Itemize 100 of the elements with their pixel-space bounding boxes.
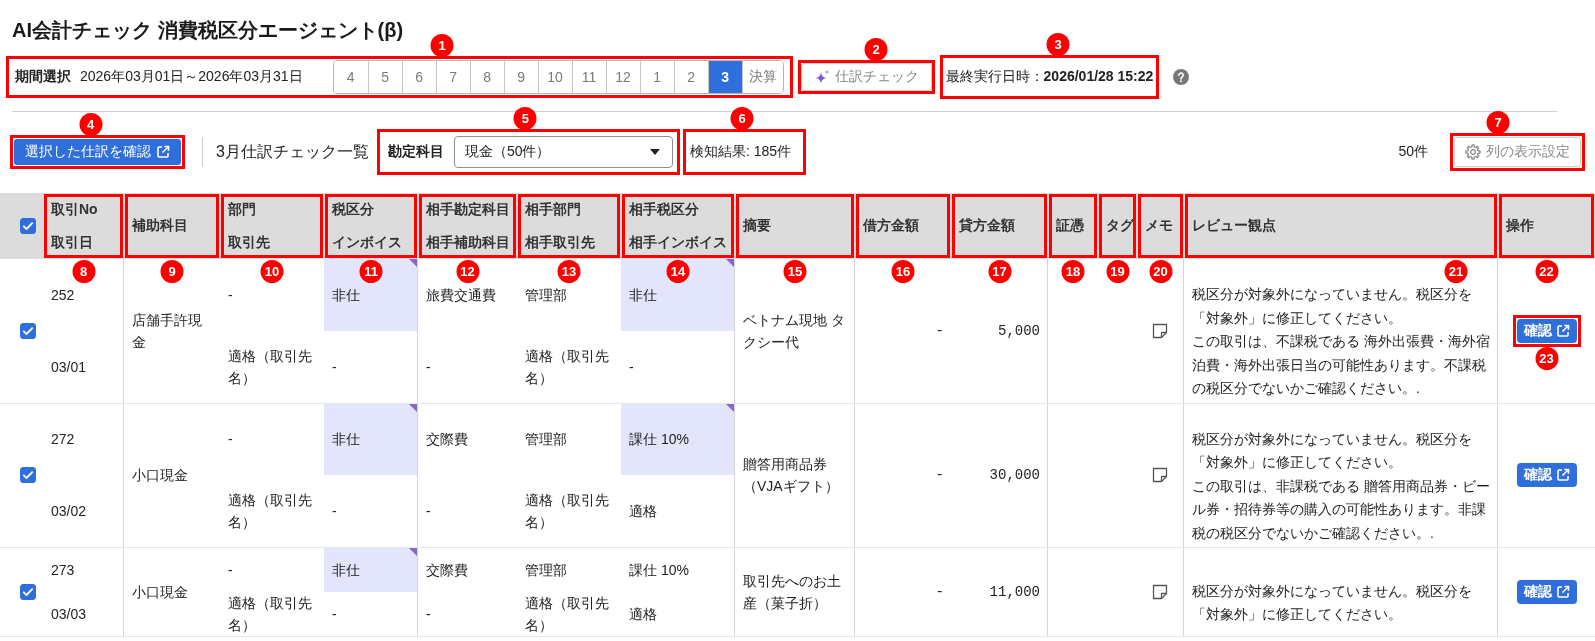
row-checkbox[interactable] (20, 322, 36, 339)
table-cell-text: - (935, 466, 944, 486)
table-cell-text: 非仕 (332, 285, 360, 305)
table-cell-text: 適格（取引先名） (228, 491, 313, 533)
column-settings-button[interactable]: 列の表示設定 (1454, 137, 1581, 167)
callout-badge: 23 (1535, 346, 1558, 370)
callout-badge: 16 (891, 260, 915, 283)
callout-badge: 5 (513, 107, 537, 130)
table-cell-text: - (332, 502, 337, 522)
column-header: 補助科目 (132, 217, 188, 235)
column-header: 相手取引先 (525, 233, 595, 252)
corner-flag-icon (726, 259, 734, 267)
column-header: 証憑 (1056, 217, 1084, 235)
table-cell-text: 小口現金 (132, 583, 188, 602)
table-cell-text: 03/03 (51, 605, 87, 624)
corner-flag-icon (726, 403, 734, 412)
callout-badge: 2 (864, 38, 888, 61)
callout-badge: 17 (988, 260, 1011, 283)
row-checkbox[interactable] (20, 584, 36, 600)
column-header: メモ (1145, 217, 1173, 235)
column-header: 借方金額 (863, 217, 919, 235)
corner-flag-icon (409, 548, 417, 556)
column-header: 相手税区分 (629, 200, 699, 219)
callout-badge: 22 (1535, 260, 1558, 283)
column-header: インボイス (332, 233, 402, 252)
table-cell-text: 適格（取引先名） (228, 346, 313, 388)
period-label: 期間選択 (15, 68, 71, 86)
column-header: 税区分 (332, 200, 374, 219)
list-title: 3月仕訳チェック一覧 (216, 141, 369, 162)
table-cell-text: 非仕 (332, 430, 360, 450)
column-header: 相手部門 (525, 200, 581, 219)
column-header: レビュー観点 (1192, 217, 1276, 235)
callout-badge: 15 (783, 260, 807, 283)
callout-badge: 7 (1486, 111, 1510, 134)
callout-badge: 6 (730, 107, 754, 130)
last-run-text: 最終実行日時：2026/01/28 15:22 (945, 68, 1154, 86)
confirm-button[interactable]: 確認 (1516, 580, 1577, 604)
confirm-button[interactable]: 確認 (1516, 318, 1577, 343)
select-all-checkbox[interactable] (20, 218, 36, 234)
callout-badge: 1 (430, 34, 454, 57)
corner-flag-icon (409, 259, 417, 267)
review-text: この取引は、非課税である 贈答用商品券・ビール券・招待券等の購入の可能性あります。非課税の税区分でないかご確認ください。. (1192, 476, 1490, 543)
table-cell-text: 適格 (629, 605, 657, 624)
account-select[interactable]: 現金（50件） (453, 136, 673, 168)
table-cell-text: 非仕 (629, 285, 657, 305)
table-cell-text: 11,000 (989, 583, 1040, 602)
help-icon[interactable] (1173, 69, 1190, 85)
table-cell-text: - (332, 357, 337, 377)
month-tab[interactable]: 3 (707, 61, 742, 93)
table-cell-text: - (332, 605, 337, 624)
table-cell-text: - (228, 561, 233, 580)
date-range-text: 2026年03月01日～2026年03月31日 (80, 68, 303, 86)
column-header: 相手インボイス (629, 233, 727, 252)
table-cell-text: 小口現金 (132, 466, 188, 486)
table-cell-text: 管理部 (525, 561, 567, 580)
callout-badge: 21 (1444, 260, 1468, 283)
table-cell-text: 交際費 (426, 561, 468, 580)
table-cell-text: 30,000 (989, 466, 1040, 486)
confirm-selected-button[interactable]: 選択した仕訳を確認 (14, 139, 181, 165)
memo-icon[interactable] (1151, 583, 1169, 601)
confirm-button[interactable]: 確認 (1516, 463, 1577, 488)
month-tab[interactable]: 決算 (741, 61, 783, 93)
callout-badge: 4 (79, 113, 103, 136)
table-cell-text: 管理部 (525, 430, 567, 450)
external-link-icon (1555, 468, 1570, 483)
gear-icon (1465, 144, 1481, 160)
callout-badge: 20 (1149, 260, 1172, 283)
table-cell-text: - (935, 583, 944, 602)
caret-down-icon (649, 149, 660, 155)
corner-flag-icon (409, 403, 417, 412)
callout-badge: 10 (260, 260, 284, 283)
memo-icon[interactable] (1151, 321, 1169, 340)
table-cell-text: 03/02 (51, 502, 87, 522)
table-cell-text: ベトナム現地 タクシー代 (743, 310, 846, 352)
table-cell-text: 課仕 10% (629, 430, 689, 450)
column-header: 相手補助科目 (426, 233, 510, 252)
table-cell-text: 273 (51, 561, 75, 580)
review-text: 税区分が対象外になっていません。税区分を「対象外」に修正してください。 (1192, 285, 1473, 328)
row-count: 50件 (1398, 143, 1428, 161)
review-text: この取引は、不課税である 海外出張費・海外宿泊費・海外出張日当の可能性あります。不課税の税区分でないかご確認ください。. (1192, 332, 1490, 398)
column-header: 取引日 (51, 233, 93, 252)
table-cell-text: 03/01 (51, 357, 87, 377)
review-text: 税区分が対象外になっていません。税区分を「対象外」に修正してください。 (1192, 429, 1473, 472)
filter-label: 勘定科目 (387, 143, 444, 161)
external-link-icon (1555, 323, 1570, 338)
memo-icon[interactable] (1151, 466, 1169, 485)
column-header: 取引先 (228, 233, 270, 252)
column-header: 操作 (1506, 217, 1534, 235)
table-cell-text: 適格（取引先名） (525, 491, 610, 533)
row-checkbox[interactable] (20, 467, 36, 484)
callout-badge: 3 (1046, 33, 1070, 56)
column-header: 貸方金額 (959, 217, 1015, 235)
table-cell-text: 課仕 10% (629, 561, 689, 580)
callout-badge: 18 (1061, 260, 1085, 283)
table-cell-text: 適格（取引先名） (525, 346, 610, 388)
journal-check-button[interactable]: 仕訳チェック (800, 63, 932, 91)
table-cell-text: 旅費交通費 (426, 285, 496, 305)
callout-badge: 12 (456, 260, 479, 283)
column-header: タグ (1106, 217, 1134, 235)
table-cell-text: 非仕 (332, 561, 360, 580)
